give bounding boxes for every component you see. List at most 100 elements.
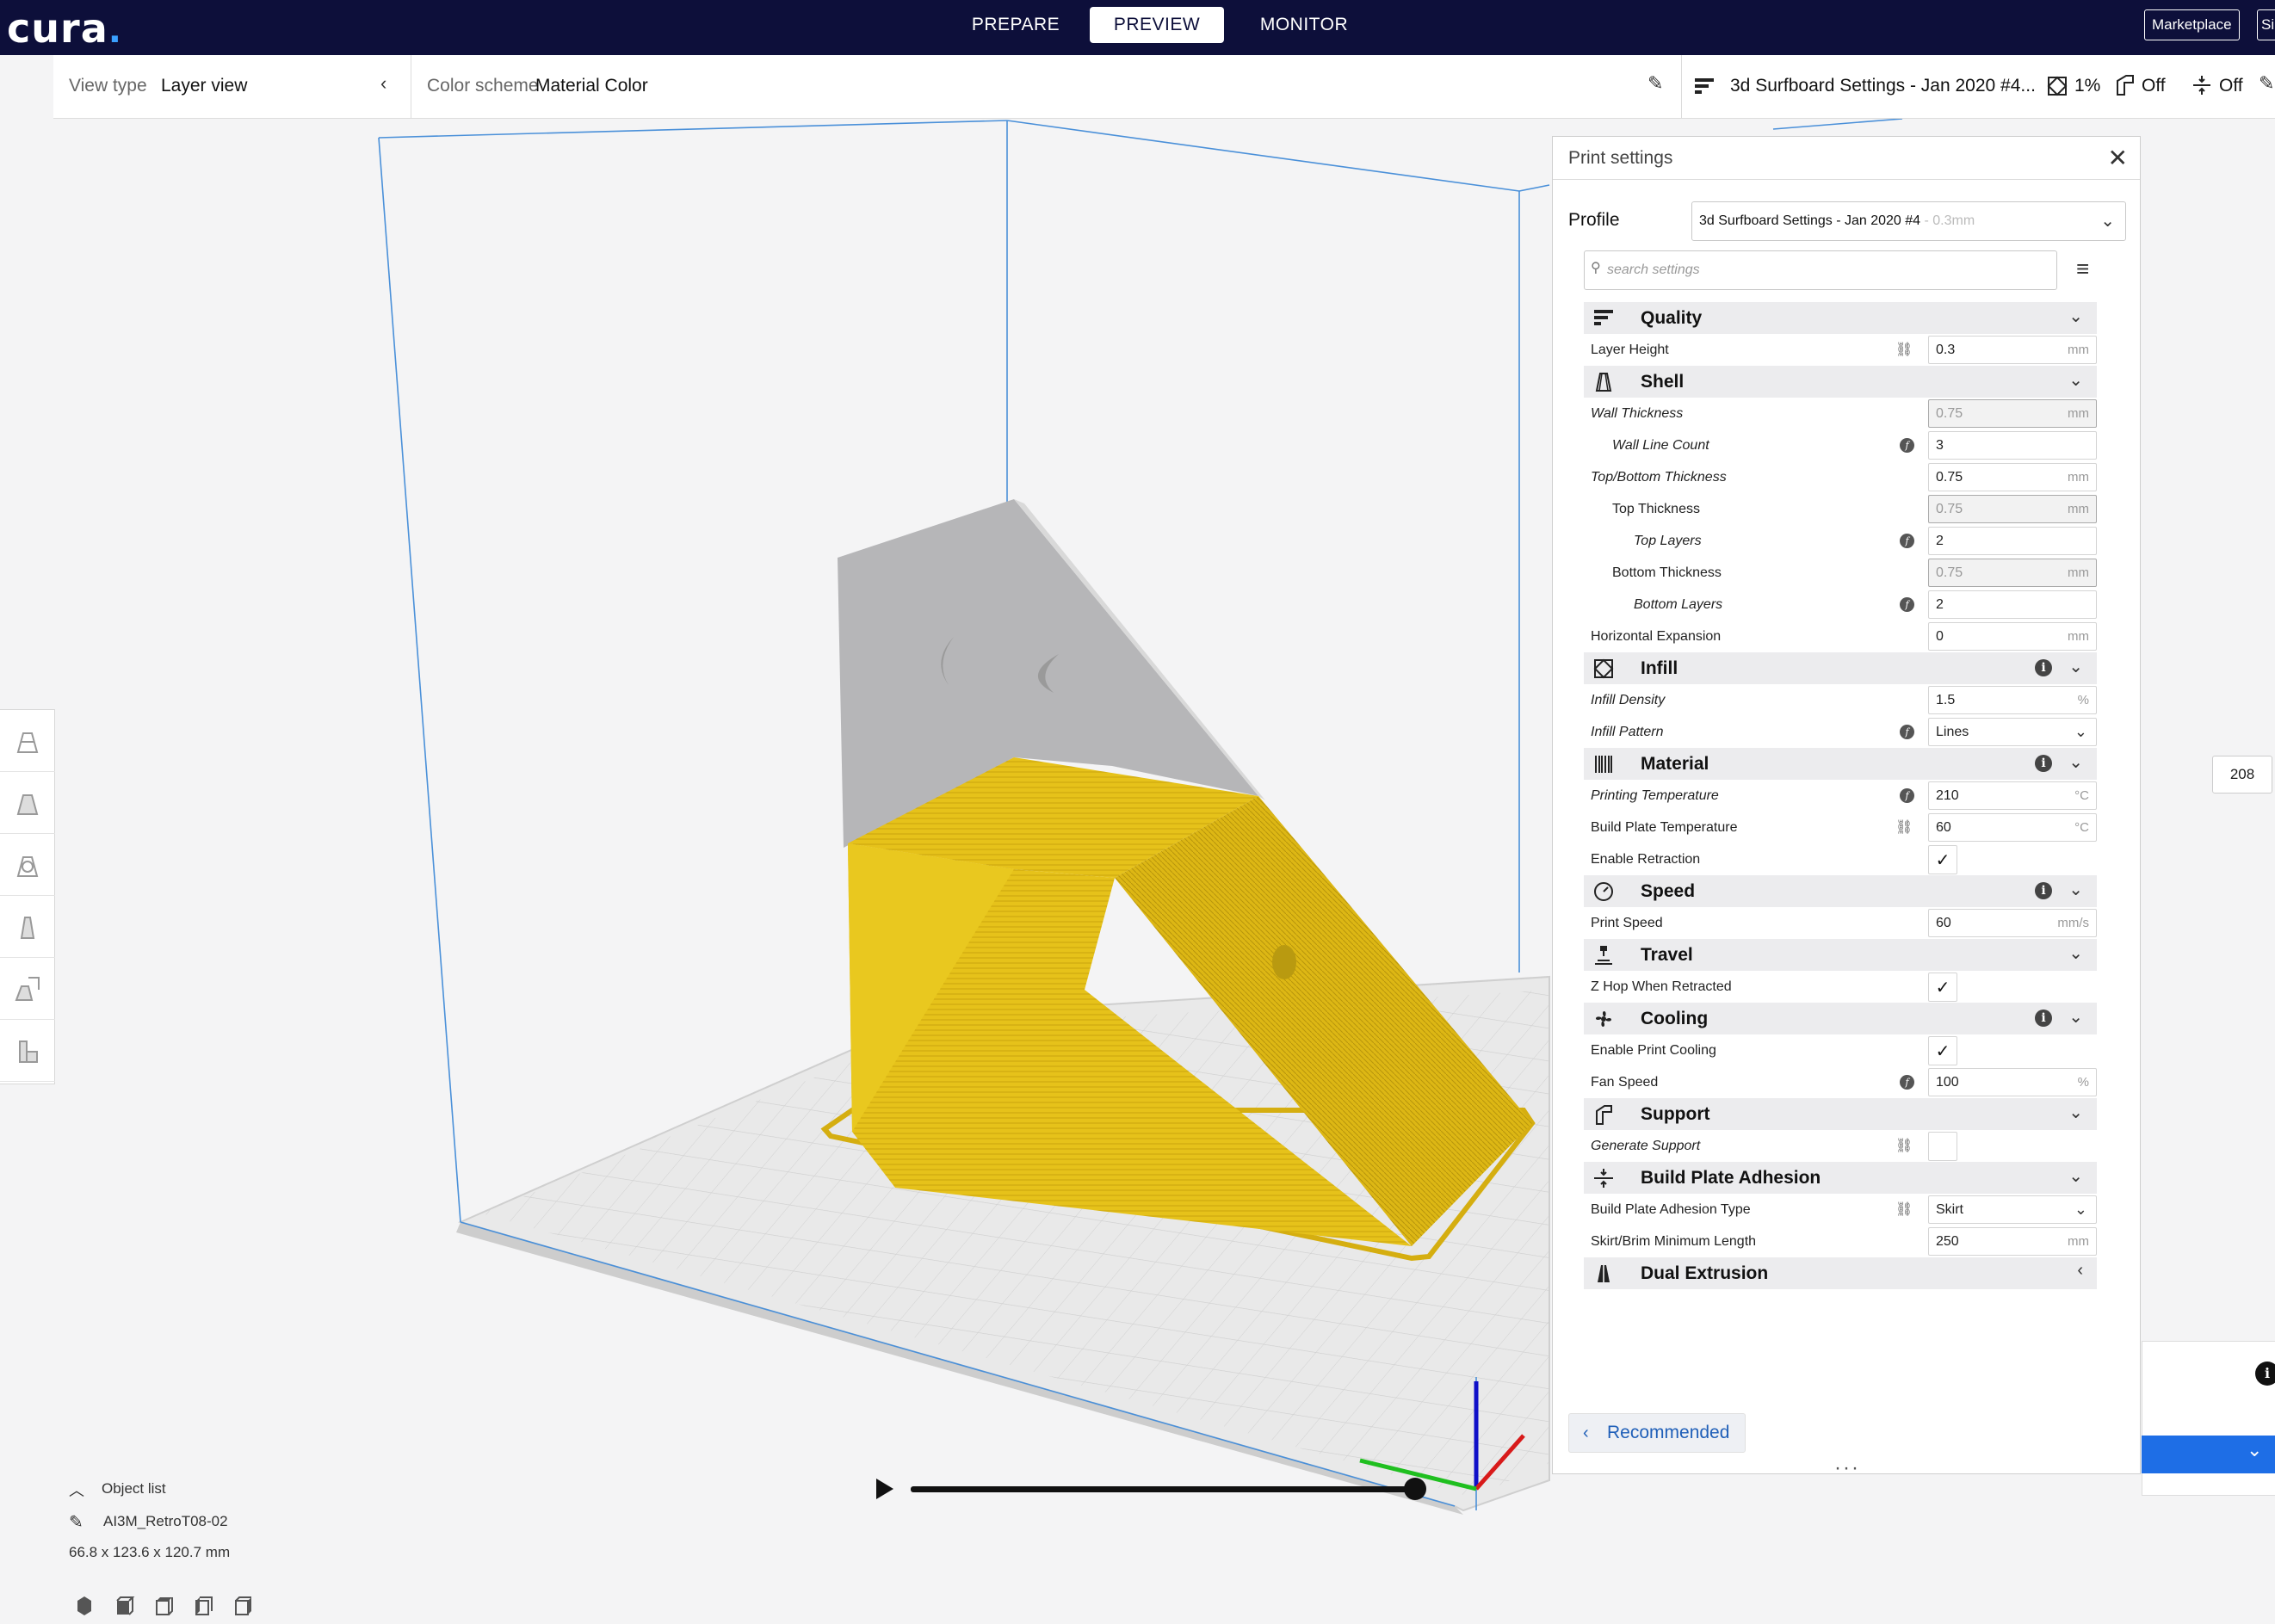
- info-icon[interactable]: i: [2035, 659, 2052, 676]
- setting-checkbox[interactable]: ✓: [1928, 1036, 1957, 1065]
- setting-input[interactable]: 0.75 mm: [1928, 559, 2097, 587]
- object-list-toggle[interactable]: ︿ Object list: [69, 1479, 327, 1501]
- profile-dropdown[interactable]: 3d Surfboard Settings - Jan 2020 #4 - 0.…: [1691, 201, 2126, 241]
- unit-label: °C: [2074, 788, 2089, 803]
- tab-monitor[interactable]: MONITOR: [1240, 7, 1369, 43]
- recommended-label: Recommended: [1607, 1423, 1730, 1442]
- rotate-tool-button[interactable]: [0, 834, 55, 896]
- tab-preview[interactable]: PREVIEW: [1090, 7, 1224, 43]
- layer-number-input[interactable]: 208: [2212, 756, 2272, 793]
- link-icon[interactable]: ⛓: [1895, 341, 1913, 358]
- setting-row: Enable Print Cooling ✓: [1584, 1034, 2097, 1066]
- setting-input[interactable]: 3: [1928, 431, 2097, 460]
- input-value: 0.75: [1936, 470, 1963, 485]
- setting-input[interactable]: 2: [1928, 527, 2097, 555]
- support-blocker-button[interactable]: [0, 1020, 55, 1082]
- move-tool-button[interactable]: [0, 710, 55, 772]
- setting-input[interactable]: 0.75 mm: [1928, 463, 2097, 491]
- setting-input[interactable]: 60 °C: [1928, 813, 2097, 842]
- function-icon[interactable]: f: [1900, 725, 1914, 739]
- setting-row: Generate Support ⛓: [1584, 1130, 2097, 1162]
- category-build-plate-adhesion[interactable]: Build Plate Adhesion ⌄: [1584, 1162, 2097, 1194]
- function-icon[interactable]: f: [1900, 1075, 1914, 1090]
- setting-row: Build Plate Temperature ⛓ 60 °C: [1584, 812, 2097, 843]
- category-material[interactable]: Material i ⌄: [1584, 748, 2097, 780]
- link-icon[interactable]: ⛓: [1895, 818, 1913, 836]
- setting-row: Bottom Layers f 2: [1584, 589, 2097, 621]
- object-list-header: Object list: [102, 1480, 166, 1497]
- setting-input[interactable]: 2: [1928, 590, 2097, 619]
- left-view-icon[interactable]: [195, 1596, 213, 1615]
- info-icon[interactable]: i: [2035, 755, 2052, 772]
- info-icon[interactable]: i: [2035, 1010, 2052, 1027]
- category-speed[interactable]: Speed i ⌄: [1584, 875, 2097, 907]
- info-icon[interactable]: i: [2035, 882, 2052, 899]
- print-setup-selector[interactable]: 3d Surfboard Settings - Jan 2020 #4... 1…: [1682, 55, 2275, 119]
- settings-menu-icon[interactable]: ≡: [2076, 256, 2089, 282]
- color-scheme-selector[interactable]: Color scheme Material Color ✎: [411, 55, 1681, 119]
- setting-label: Wall Line Count: [1612, 438, 1709, 453]
- setting-input[interactable]: 0.75 mm: [1928, 495, 2097, 523]
- function-icon[interactable]: f: [1900, 534, 1914, 548]
- close-icon[interactable]: ✕: [2108, 144, 2128, 172]
- category-travel[interactable]: Travel ⌄: [1584, 939, 2097, 971]
- print-settings-panel: Print settings ✕ Profile 3d Surfboard Se…: [1552, 136, 2141, 1474]
- setting-select[interactable]: Lines ⌄: [1928, 718, 2097, 746]
- category-cooling[interactable]: Cooling i ⌄: [1584, 1003, 2097, 1034]
- support-blocker-icon: [19, 1040, 38, 1063]
- category-shell[interactable]: Shell ⌄: [1584, 366, 2097, 398]
- setting-input[interactable]: 0.3 mm: [1928, 336, 2097, 364]
- link-icon[interactable]: ⛓: [1895, 1201, 1913, 1218]
- setting-row: Skirt/Brim Minimum Length 250 mm: [1584, 1226, 2097, 1257]
- input-value: 100: [1936, 1075, 1959, 1090]
- setting-checkbox[interactable]: ✓: [1928, 973, 1957, 1002]
- top-view-icon[interactable]: [156, 1597, 173, 1615]
- setting-label: Generate Support: [1591, 1139, 1701, 1153]
- category-quality[interactable]: Quality ⌄: [1584, 302, 2097, 334]
- profile-name: 3d Surfboard Settings - Jan 2020 #4: [1699, 213, 1921, 228]
- function-icon[interactable]: f: [1900, 788, 1914, 803]
- setting-input[interactable]: 0.75 mm: [1928, 399, 2097, 428]
- object-dimensions: 66.8 x 123.6 x 120.7 mm: [69, 1544, 231, 1560]
- marketplace-button[interactable]: Marketplace: [2144, 9, 2240, 40]
- function-icon[interactable]: f: [1900, 597, 1914, 612]
- category-infill[interactable]: Infill i ⌄: [1584, 652, 2097, 684]
- setting-input[interactable]: 210 °C: [1928, 781, 2097, 810]
- setting-input[interactable]: 1.5%: [1928, 686, 2097, 714]
- play-icon[interactable]: [876, 1479, 893, 1499]
- object-list-item[interactable]: ✎ AI3M_RetroT08-02: [69, 1511, 362, 1533]
- unit-label: mm: [2068, 470, 2089, 485]
- category-title: Build Plate Adhesion: [1641, 1168, 1821, 1188]
- front-view-icon[interactable]: [116, 1596, 135, 1615]
- 3d-view-icon[interactable]: [77, 1596, 91, 1615]
- scale-tool-button[interactable]: [0, 772, 55, 834]
- tab-prepare[interactable]: PREPARE: [955, 7, 1076, 43]
- setting-input[interactable]: 60 mm/s: [1928, 909, 2097, 937]
- path-slider-handle[interactable]: [1404, 1478, 1426, 1500]
- mirror-tool-button[interactable]: [0, 896, 55, 958]
- per-model-settings-button[interactable]: [0, 958, 55, 1020]
- setting-checkbox[interactable]: [1928, 1132, 1957, 1161]
- pencil-icon: ✎: [1648, 72, 1664, 94]
- link-icon[interactable]: ⛓: [1895, 1137, 1913, 1154]
- input-value: 60: [1936, 916, 1951, 930]
- info-icon[interactable]: i: [2255, 1362, 2275, 1386]
- category-dual-extrusion[interactable]: Dual Extrusion ‹: [1584, 1257, 2097, 1289]
- setting-row: Layer Height ⛓ 0.3 mm: [1584, 334, 2097, 366]
- setting-select[interactable]: Skirt ⌄: [1928, 1195, 2097, 1224]
- setting-input[interactable]: 250 mm: [1928, 1227, 2097, 1256]
- right-view-icon[interactable]: [235, 1596, 251, 1615]
- recommended-button[interactable]: ‹ Recommended: [1568, 1413, 1746, 1453]
- function-icon[interactable]: f: [1900, 438, 1914, 453]
- setting-input[interactable]: 0 mm: [1928, 622, 2097, 651]
- setting-checkbox[interactable]: ✓: [1928, 845, 1957, 874]
- view-type-selector[interactable]: View type Layer view ‹: [53, 55, 411, 119]
- chevron-down-icon: ⌄: [2247, 1439, 2263, 1460]
- panel-resize-handle[interactable]: ···: [1834, 1456, 1860, 1480]
- setting-input[interactable]: 100%: [1928, 1068, 2097, 1096]
- setting-row: Enable Retraction ✓: [1584, 843, 2097, 875]
- sign-in-button[interactable]: Si: [2257, 9, 2275, 40]
- path-slider-track[interactable]: [911, 1486, 1419, 1492]
- category-support[interactable]: Support ⌄: [1584, 1098, 2097, 1130]
- search-input[interactable]: search settings: [1584, 250, 2057, 290]
